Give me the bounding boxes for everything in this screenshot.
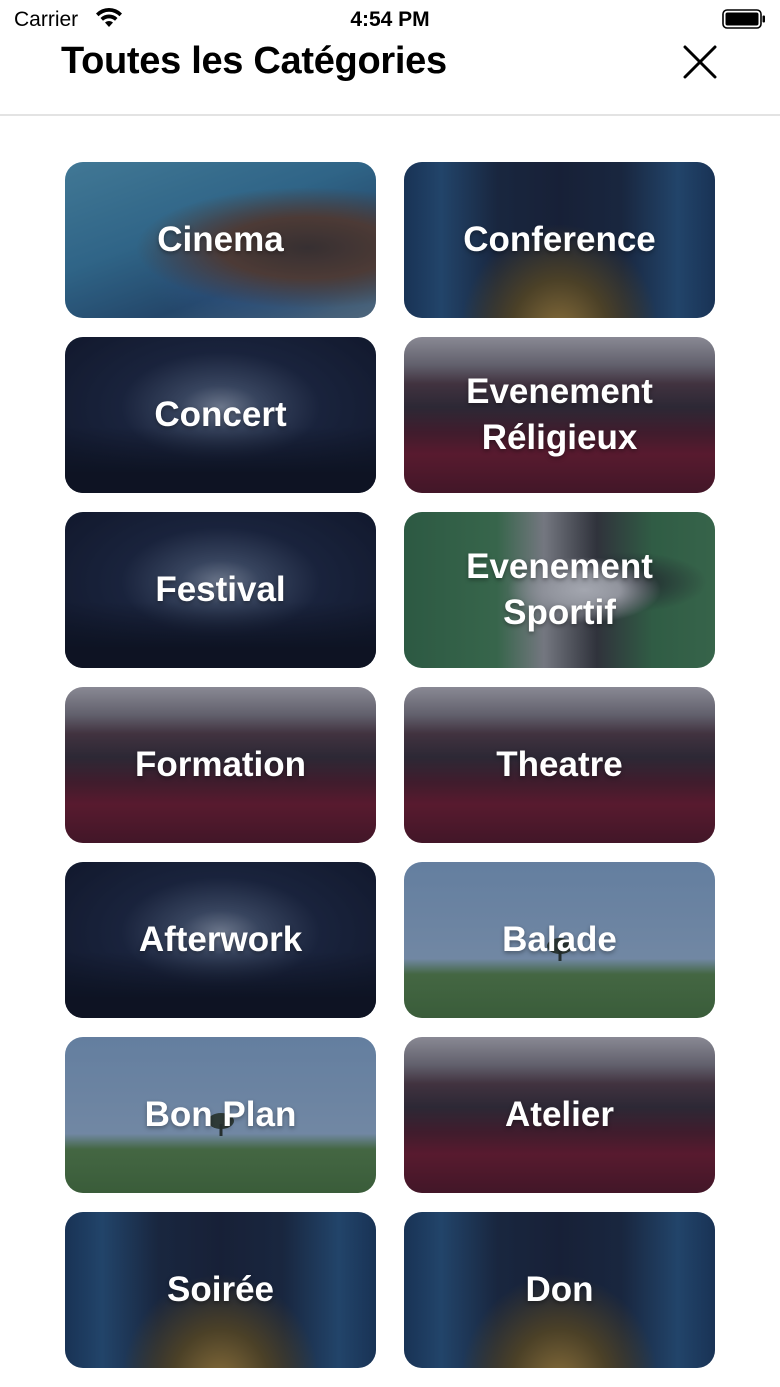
category-tile[interactable]: Afterwork [65,862,376,1018]
category-tile[interactable]: Evenement Sportif [404,512,715,668]
category-tile[interactable]: Bon Plan [65,1037,376,1193]
category-tile[interactable]: Don [404,1212,715,1368]
category-tile[interactable]: Balade [404,862,715,1018]
category-tile[interactable]: Soirée [65,1212,376,1368]
category-label: Cinema [157,220,284,259]
category-label: Theatre [496,745,623,784]
category-label: Festival [155,570,286,609]
category-tile[interactable]: Festival [65,512,376,668]
battery-icon [722,9,765,29]
category-tile[interactable]: Theatre [404,687,715,843]
category-tile[interactable]: Conference [404,162,715,318]
close-button[interactable] [680,42,720,82]
category-label: Soirée [167,1270,274,1309]
category-tile[interactable]: Atelier [404,1037,715,1193]
category-label: Bon Plan [144,1095,297,1134]
close-icon [683,45,717,79]
category-tile[interactable]: Cinema [65,162,376,318]
category-grid: Cinema Conference Concert Evenement Réligie… [65,162,715,1387]
category-label: Evenement Réligieux [466,372,653,457]
category-tile[interactable]: Concert [65,337,376,493]
category-label: Concert [154,395,287,434]
category-label: Formation [134,745,307,784]
status-bar: Carrier 4:54 PM [0,0,780,40]
category-label: Evenement Sportif [466,547,653,632]
header: Toutes les Catégories [0,40,780,116]
category-tile[interactable]: Evenement Réligieux [404,337,715,493]
page-title: Toutes les Catégories [61,40,447,82]
category-label: Afterwork [138,920,303,959]
category-tile[interactable]: Formation [65,687,376,843]
clock: 4:54 PM [350,8,430,31]
category-label: Balade [502,920,617,959]
category-label: Atelier [505,1095,614,1134]
category-label: Conference [463,220,656,259]
category-label: Don [525,1270,594,1309]
